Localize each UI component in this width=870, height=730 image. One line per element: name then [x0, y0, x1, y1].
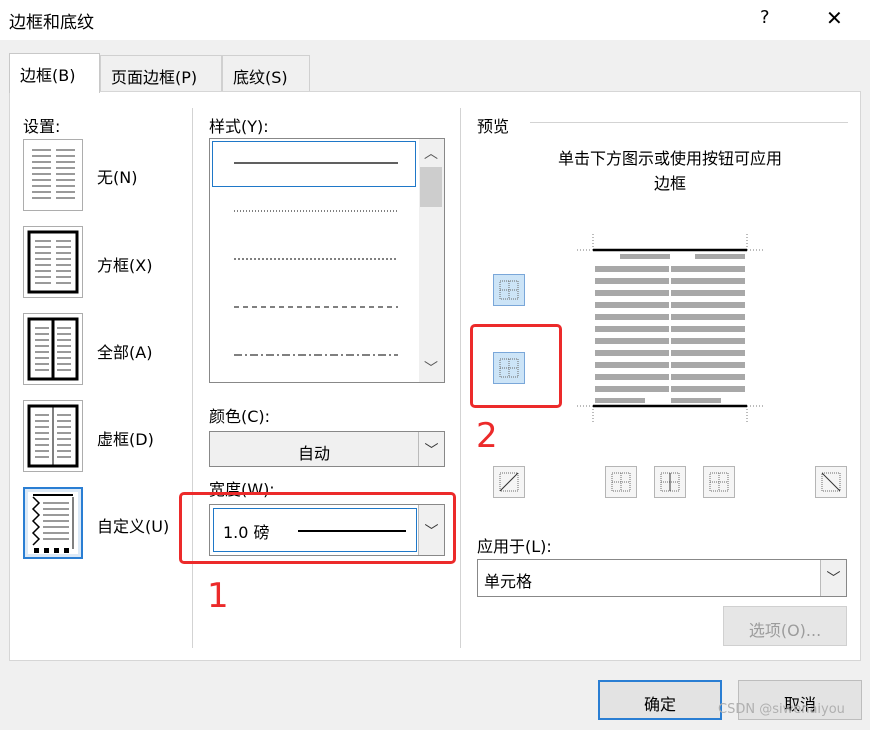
color-dropdown[interactable]: 自动 ﹀	[209, 431, 445, 467]
preview-hint: 单击下方图示或使用按钮可应用 边框	[500, 146, 840, 196]
border-left-icon	[611, 472, 631, 492]
border-top-button[interactable]	[493, 274, 525, 306]
diagonal-down-icon	[821, 472, 841, 492]
divider-right	[460, 108, 461, 648]
dialog-title: 边框和底纹	[9, 13, 94, 33]
preview-table[interactable]	[575, 232, 765, 424]
setting-none-icon[interactable]	[23, 139, 83, 211]
border-left-button[interactable]	[605, 466, 637, 498]
border-inside-vertical-icon	[660, 472, 680, 492]
border-right-icon	[709, 472, 729, 492]
apply-to-label: 应用于(L):	[477, 537, 552, 556]
annotation-number-1: 1	[207, 576, 229, 616]
diagonal-up-button[interactable]	[815, 466, 847, 498]
preview-hint-line2: 边框	[653, 174, 686, 193]
apply-to-dropdown[interactable]: 单元格 ﹀	[477, 559, 847, 597]
settings-label: 设置:	[23, 117, 61, 136]
ok-button[interactable]: 确定	[598, 680, 722, 720]
annotation-box-1	[179, 492, 456, 564]
style-options[interactable]	[212, 141, 418, 381]
annotation-number-2: 2	[476, 416, 498, 456]
setting-grid-label[interactable]: 虚框(D)	[97, 426, 154, 450]
border-right-button[interactable]	[703, 466, 735, 498]
setting-all-icon[interactable]	[23, 313, 83, 385]
border-inside-vertical-button[interactable]	[654, 466, 686, 498]
scroll-down-icon[interactable]: ﹀	[424, 358, 438, 378]
help-button[interactable]: ?	[760, 7, 770, 28]
tab-shading[interactable]: 底纹(S)	[222, 55, 310, 91]
setting-box-icon[interactable]	[23, 226, 83, 298]
options-button[interactable]: 选项(O)...	[723, 606, 847, 646]
setting-grid-icon[interactable]	[23, 400, 83, 472]
style-scroll-thumb[interactable]	[420, 167, 442, 207]
apply-to-value: 单元格	[484, 572, 533, 591]
setting-custom-label[interactable]: 自定义(U)	[97, 513, 169, 537]
scroll-up-icon[interactable]: ︿	[424, 143, 438, 163]
border-top-icon	[499, 280, 519, 300]
chevron-down-icon[interactable]: ﹀	[418, 432, 444, 466]
tab-borders[interactable]: 边框(B)	[9, 53, 100, 93]
diagonal-up-icon	[499, 472, 519, 492]
divider-left	[192, 108, 193, 648]
setting-custom-icon[interactable]	[23, 487, 83, 559]
preview-rule	[530, 122, 848, 123]
close-button[interactable]: ✕	[826, 6, 843, 30]
color-label: 颜色(C):	[209, 407, 271, 426]
setting-all-label[interactable]: 全部(A)	[97, 339, 152, 363]
preview-hint-line1: 单击下方图示或使用按钮可应用	[557, 149, 782, 168]
color-value: 自动	[297, 444, 330, 463]
watermark: CSDN @siwenaiyou	[718, 702, 845, 717]
setting-none-label[interactable]: 无(N)	[97, 164, 137, 188]
diagonal-down-button[interactable]	[493, 466, 525, 498]
annotation-box-2	[470, 324, 562, 408]
style-label: 样式(Y):	[209, 117, 269, 136]
preview-label: 预览	[477, 117, 510, 136]
setting-box-label[interactable]: 方框(X)	[97, 252, 152, 276]
chevron-down-icon[interactable]: ﹀	[820, 560, 846, 596]
title-bar	[0, 0, 870, 40]
tab-page-border[interactable]: 页面边框(P)	[100, 55, 222, 91]
